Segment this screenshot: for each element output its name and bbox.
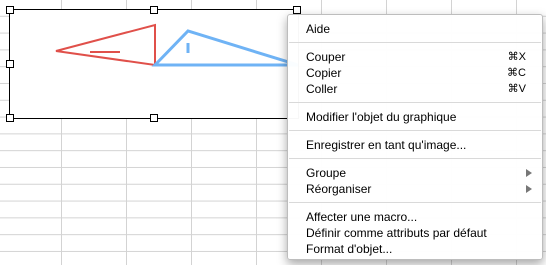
menu-separator: [289, 158, 541, 159]
copy-shortcut: ⌘C: [507, 67, 526, 79]
menu-item-cut-label: Couper: [306, 50, 346, 64]
submenu-arrow-icon: [526, 185, 532, 193]
menu-item-copy-label: Copier: [306, 66, 342, 80]
submenu-arrow-icon: [526, 169, 532, 177]
menu-item-format-object-label: Format d'objet...: [306, 242, 393, 256]
menu-item-edit-chart-object[interactable]: Modifier l'objet du graphique: [288, 109, 542, 125]
menu-item-paste-label: Coller: [306, 82, 338, 96]
menu-separator: [289, 202, 541, 203]
menu-item-edit-chart-object-label: Modifier l'objet du graphique: [306, 110, 457, 124]
resize-handle-top-center[interactable]: [150, 6, 158, 14]
menu-item-copy[interactable]: Copier ⌘C: [288, 65, 542, 81]
menu-item-reorder[interactable]: Réorganiser: [288, 181, 542, 197]
resize-handle-bottom-left[interactable]: [6, 114, 14, 122]
menu-item-group-label: Groupe: [306, 166, 347, 180]
menu-separator: [289, 102, 541, 103]
menu-item-save-as-image[interactable]: Enregistrer en tant qu'image...: [288, 137, 542, 153]
menu-item-set-default-attributes-label: Définir comme attributs par défaut: [306, 226, 487, 240]
menu-separator: [289, 42, 541, 43]
chart-object[interactable]: [9, 9, 299, 119]
menu-item-format-object[interactable]: Format d'objet...: [288, 241, 542, 257]
menu-item-save-as-image-label: Enregistrer en tant qu'image...: [306, 138, 467, 152]
resize-handle-bottom-center[interactable]: [150, 114, 158, 122]
menu-item-help-label: Aide: [306, 22, 331, 36]
menu-separator: [289, 130, 541, 131]
blue-triangle-shape: [151, 29, 298, 67]
context-menu: Aide Couper ⌘X Copier ⌘C Coller ⌘V Modif…: [287, 14, 543, 260]
resize-handle-top-left[interactable]: [6, 6, 14, 14]
cut-shortcut: ⌘X: [507, 51, 526, 63]
menu-item-assign-macro[interactable]: Affecter une macro...: [288, 209, 542, 225]
chart-shapes: [55, 23, 298, 67]
menu-item-help[interactable]: Aide: [288, 21, 542, 37]
paste-shortcut: ⌘V: [507, 83, 526, 95]
red-triangle-shape: [55, 23, 156, 67]
resize-handle-top-right[interactable]: [293, 6, 301, 14]
menu-item-reorder-label: Réorganiser: [306, 182, 372, 196]
menu-item-group[interactable]: Groupe: [288, 165, 542, 181]
menu-item-set-default-attributes[interactable]: Définir comme attributs par défaut: [288, 225, 542, 241]
menu-item-cut[interactable]: Couper ⌘X: [288, 49, 542, 65]
menu-item-assign-macro-label: Affecter une macro...: [306, 210, 418, 224]
resize-handle-middle-left[interactable]: [6, 60, 14, 68]
menu-item-paste[interactable]: Coller ⌘V: [288, 81, 542, 97]
